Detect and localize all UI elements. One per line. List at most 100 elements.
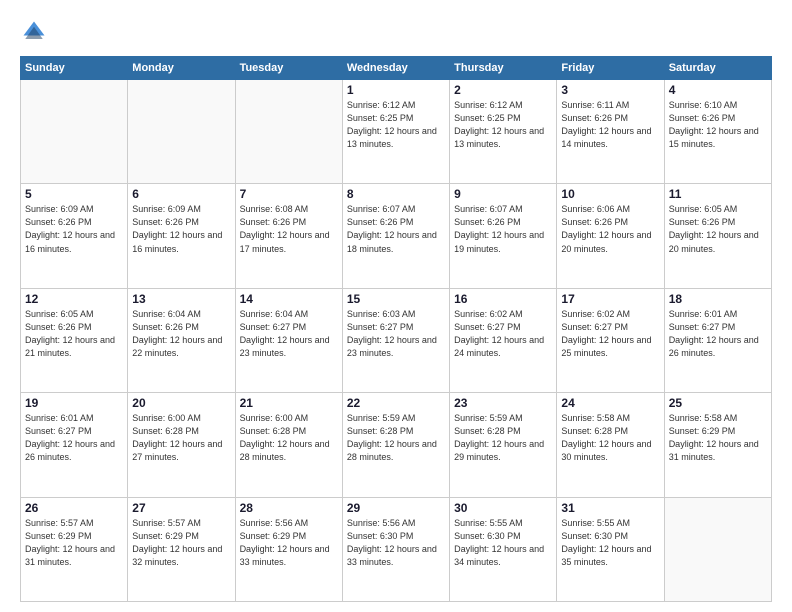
day-info: Sunrise: 5:55 AM Sunset: 6:30 PM Dayligh… — [454, 517, 552, 569]
calendar-cell: 2 Sunrise: 6:12 AM Sunset: 6:25 PM Daylig… — [450, 80, 557, 184]
day-number: 4 — [669, 83, 767, 97]
day-info: Sunrise: 6:08 AM Sunset: 6:26 PM Dayligh… — [240, 203, 338, 255]
calendar-cell: 12Sunrise: 6:05 AM Sunset: 6:26 PM Dayli… — [21, 288, 128, 392]
calendar-cell — [128, 80, 235, 184]
weekday-header-row: SundayMondayTuesdayWednesdayThursdayFrid… — [21, 57, 772, 80]
day-number: 5 — [25, 187, 123, 201]
day-number: 6 — [132, 187, 230, 201]
day-info: Sunrise: 6:05 AM Sunset: 6:26 PM Dayligh… — [25, 308, 123, 360]
calendar-cell: 13 Sunrise: 6:04 AM Sunset: 6:26 PM Dayli… — [128, 288, 235, 392]
day-number: 25 — [669, 396, 767, 410]
calendar-cell: 20 Sunrise: 6:00 AM Sunset: 6:28 PM Dayli… — [128, 393, 235, 497]
calendar-table: SundayMondayTuesdayWednesdayThursdayFrid… — [20, 56, 772, 602]
calendar-cell: 1Sunrise: 6:12 AM Sunset: 6:25 PM Daylig… — [342, 80, 449, 184]
day-info: Sunrise: 6:02 AM Sunset: 6:27 PM Dayligh… — [561, 308, 659, 360]
day-info: Sunrise: 6:04 AM Sunset: 6:27 PM Dayligh… — [240, 308, 338, 360]
calendar-week-1: 1Sunrise: 6:12 AM Sunset: 6:25 PM Daylig… — [21, 80, 772, 184]
day-info: Sunrise: 5:55 AM Sunset: 6:30 PM Dayligh… — [561, 517, 659, 569]
calendar-cell: 15Sunrise: 6:03 AM Sunset: 6:27 PM Dayli… — [342, 288, 449, 392]
day-number: 2 — [454, 83, 552, 97]
calendar-cell: 26Sunrise: 5:57 AM Sunset: 6:29 PM Dayli… — [21, 497, 128, 601]
calendar-cell: 17Sunrise: 6:02 AM Sunset: 6:27 PM Dayli… — [557, 288, 664, 392]
calendar-cell: 25 Sunrise: 5:58 AM Sunset: 6:29 PM Dayli… — [664, 393, 771, 497]
calendar-week-5: 26Sunrise: 5:57 AM Sunset: 6:29 PM Dayli… — [21, 497, 772, 601]
day-number: 27 — [132, 501, 230, 515]
day-info: Sunrise: 6:09 AM Sunset: 6:26 PM Dayligh… — [25, 203, 123, 255]
day-info: Sunrise: 5:57 AM Sunset: 6:29 PM Dayligh… — [132, 517, 230, 569]
day-info: Sunrise: 6:02 AM Sunset: 6:27 PM Dayligh… — [454, 308, 552, 360]
calendar-cell: 30 Sunrise: 5:55 AM Sunset: 6:30 PM Dayli… — [450, 497, 557, 601]
header — [20, 18, 772, 46]
day-info: Sunrise: 6:00 AM Sunset: 6:28 PM Dayligh… — [132, 412, 230, 464]
day-info: Sunrise: 6:05 AM Sunset: 6:26 PM Dayligh… — [669, 203, 767, 255]
calendar-week-2: 5 Sunrise: 6:09 AM Sunset: 6:26 PM Daylig… — [21, 184, 772, 288]
calendar-cell: 16 Sunrise: 6:02 AM Sunset: 6:27 PM Dayli… — [450, 288, 557, 392]
logo-icon — [20, 18, 48, 46]
day-info: Sunrise: 6:07 AM Sunset: 6:26 PM Dayligh… — [347, 203, 445, 255]
calendar-cell: 7 Sunrise: 6:08 AM Sunset: 6:26 PM Daylig… — [235, 184, 342, 288]
day-info: Sunrise: 6:12 AM Sunset: 6:25 PM Dayligh… — [347, 99, 445, 151]
calendar-cell: 6 Sunrise: 6:09 AM Sunset: 6:26 PM Daylig… — [128, 184, 235, 288]
day-info: Sunrise: 5:59 AM Sunset: 6:28 PM Dayligh… — [347, 412, 445, 464]
day-number: 13 — [132, 292, 230, 306]
page: SundayMondayTuesdayWednesdayThursdayFrid… — [0, 0, 792, 612]
day-number: 24 — [561, 396, 659, 410]
day-number: 11 — [669, 187, 767, 201]
day-info: Sunrise: 6:10 AM Sunset: 6:26 PM Dayligh… — [669, 99, 767, 151]
day-info: Sunrise: 5:58 AM Sunset: 6:28 PM Dayligh… — [561, 412, 659, 464]
day-number: 23 — [454, 396, 552, 410]
weekday-header-thursday: Thursday — [450, 57, 557, 80]
day-number: 14 — [240, 292, 338, 306]
calendar-cell: 31Sunrise: 5:55 AM Sunset: 6:30 PM Dayli… — [557, 497, 664, 601]
calendar-cell: 9 Sunrise: 6:07 AM Sunset: 6:26 PM Daylig… — [450, 184, 557, 288]
calendar-cell — [21, 80, 128, 184]
day-number: 16 — [454, 292, 552, 306]
day-number: 30 — [454, 501, 552, 515]
weekday-header-tuesday: Tuesday — [235, 57, 342, 80]
calendar-cell: 10 Sunrise: 6:06 AM Sunset: 6:26 PM Dayli… — [557, 184, 664, 288]
calendar-cell: 29 Sunrise: 5:56 AM Sunset: 6:30 PM Dayli… — [342, 497, 449, 601]
day-info: Sunrise: 5:56 AM Sunset: 6:30 PM Dayligh… — [347, 517, 445, 569]
day-number: 10 — [561, 187, 659, 201]
calendar-cell: 14 Sunrise: 6:04 AM Sunset: 6:27 PM Dayli… — [235, 288, 342, 392]
day-number: 7 — [240, 187, 338, 201]
day-number: 28 — [240, 501, 338, 515]
day-info: Sunrise: 6:04 AM Sunset: 6:26 PM Dayligh… — [132, 308, 230, 360]
day-info: Sunrise: 6:06 AM Sunset: 6:26 PM Dayligh… — [561, 203, 659, 255]
day-number: 29 — [347, 501, 445, 515]
day-info: Sunrise: 6:07 AM Sunset: 6:26 PM Dayligh… — [454, 203, 552, 255]
day-number: 3 — [561, 83, 659, 97]
day-info: Sunrise: 5:58 AM Sunset: 6:29 PM Dayligh… — [669, 412, 767, 464]
day-info: Sunrise: 5:57 AM Sunset: 6:29 PM Dayligh… — [25, 517, 123, 569]
day-info: Sunrise: 6:00 AM Sunset: 6:28 PM Dayligh… — [240, 412, 338, 464]
calendar-cell: 8 Sunrise: 6:07 AM Sunset: 6:26 PM Daylig… — [342, 184, 449, 288]
day-number: 15 — [347, 292, 445, 306]
day-number: 21 — [240, 396, 338, 410]
weekday-header-sunday: Sunday — [21, 57, 128, 80]
calendar-cell: 18 Sunrise: 6:01 AM Sunset: 6:27 PM Dayli… — [664, 288, 771, 392]
calendar-cell — [664, 497, 771, 601]
logo — [20, 18, 52, 46]
calendar-cell: 11 Sunrise: 6:05 AM Sunset: 6:26 PM Dayli… — [664, 184, 771, 288]
weekday-header-wednesday: Wednesday — [342, 57, 449, 80]
calendar-cell: 5 Sunrise: 6:09 AM Sunset: 6:26 PM Daylig… — [21, 184, 128, 288]
weekday-header-friday: Friday — [557, 57, 664, 80]
day-number: 22 — [347, 396, 445, 410]
day-number: 20 — [132, 396, 230, 410]
day-info: Sunrise: 6:01 AM Sunset: 6:27 PM Dayligh… — [669, 308, 767, 360]
day-number: 19 — [25, 396, 123, 410]
day-info: Sunrise: 6:12 AM Sunset: 6:25 PM Dayligh… — [454, 99, 552, 151]
weekday-header-monday: Monday — [128, 57, 235, 80]
day-info: Sunrise: 6:11 AM Sunset: 6:26 PM Dayligh… — [561, 99, 659, 151]
day-number: 18 — [669, 292, 767, 306]
calendar-cell: 22 Sunrise: 5:59 AM Sunset: 6:28 PM Dayli… — [342, 393, 449, 497]
calendar-cell: 3 Sunrise: 6:11 AM Sunset: 6:26 PM Daylig… — [557, 80, 664, 184]
day-info: Sunrise: 6:09 AM Sunset: 6:26 PM Dayligh… — [132, 203, 230, 255]
calendar-cell: 4 Sunrise: 6:10 AM Sunset: 6:26 PM Daylig… — [664, 80, 771, 184]
calendar-week-3: 12Sunrise: 6:05 AM Sunset: 6:26 PM Dayli… — [21, 288, 772, 392]
day-number: 9 — [454, 187, 552, 201]
calendar-cell: 19Sunrise: 6:01 AM Sunset: 6:27 PM Dayli… — [21, 393, 128, 497]
day-info: Sunrise: 5:59 AM Sunset: 6:28 PM Dayligh… — [454, 412, 552, 464]
calendar-cell: 24 Sunrise: 5:58 AM Sunset: 6:28 PM Dayli… — [557, 393, 664, 497]
day-number: 8 — [347, 187, 445, 201]
